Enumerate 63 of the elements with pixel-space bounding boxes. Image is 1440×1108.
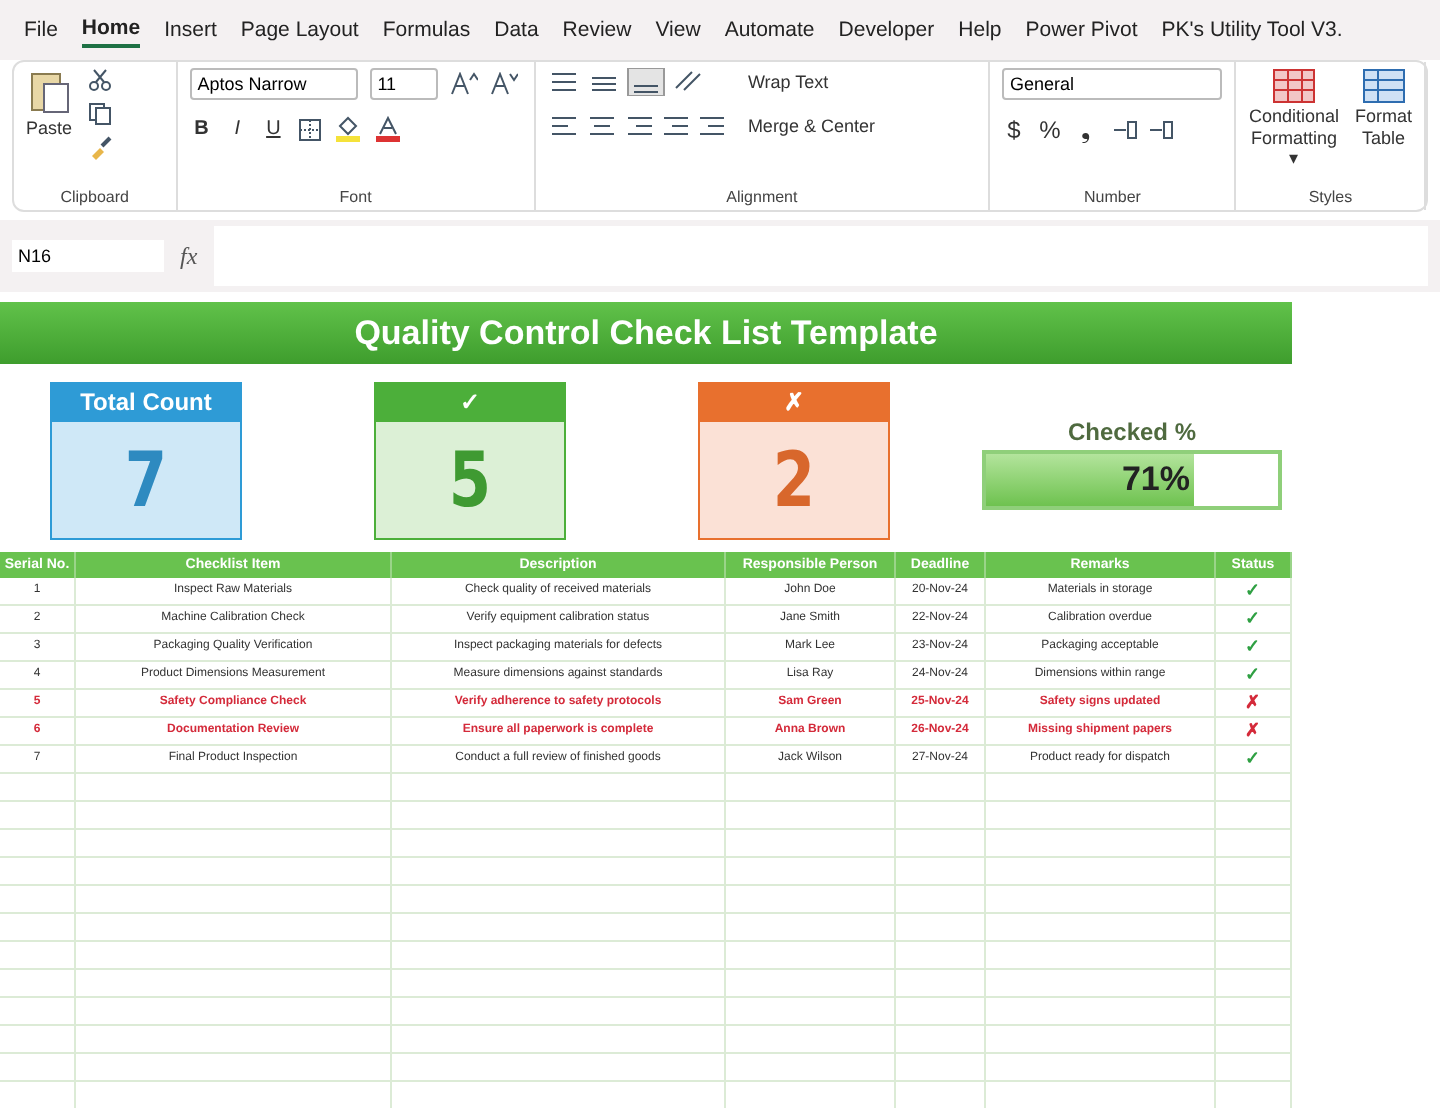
borders-icon[interactable] xyxy=(297,117,322,141)
name-box[interactable]: N16 xyxy=(12,240,164,272)
ribbon-tab[interactable]: Developer xyxy=(838,14,935,46)
status-mark: ✓ xyxy=(1216,578,1292,604)
clipboard-icon xyxy=(27,68,71,116)
sheet-title: Quality Control Check List Template xyxy=(0,302,1292,364)
group-label: Alignment xyxy=(724,188,800,206)
conditional-formatting-button[interactable]: Conditional Formatting ▾ xyxy=(1248,68,1339,168)
ribbon-tab[interactable]: Home xyxy=(81,12,141,48)
card-value: 2 xyxy=(770,434,818,528)
ribbon-tab[interactable]: Page Layout xyxy=(240,14,359,46)
progress-reading: 71% xyxy=(1121,460,1190,500)
status-mark: ✗ xyxy=(1216,690,1292,716)
status-mark: ✓ xyxy=(1216,662,1292,688)
group-label: Number xyxy=(1081,188,1143,206)
ribbon-tab[interactable]: Power Pivot xyxy=(1025,14,1138,46)
group-label: Font xyxy=(337,188,374,206)
progress-label: Checked % xyxy=(1067,418,1197,446)
card-value: 7 xyxy=(122,434,170,528)
format-table-button[interactable]: Format Table xyxy=(1355,68,1413,148)
brush-icon[interactable] xyxy=(88,136,113,160)
currency-button[interactable]: $ xyxy=(1001,116,1026,144)
ribbon-tab[interactable]: Formulas xyxy=(382,14,471,46)
percent-button[interactable]: % xyxy=(1037,116,1062,144)
card-header: Total Count xyxy=(52,384,240,422)
ribbon-tab[interactable]: Automate xyxy=(724,14,815,46)
decimal-icons[interactable] xyxy=(1109,118,1178,142)
wrap-text-button[interactable]: Wrap Text xyxy=(739,72,829,92)
copy-icon[interactable] xyxy=(88,102,113,126)
ribbon-tab[interactable]: Review xyxy=(562,14,632,46)
ribbon-tab[interactable]: Data xyxy=(494,14,539,46)
bold-button[interactable]: B xyxy=(189,118,214,140)
status-mark: ✓ xyxy=(1216,746,1292,772)
align-icons[interactable] xyxy=(547,112,728,140)
group-label: Styles xyxy=(1306,188,1355,206)
ribbon-tab[interactable]: Insert xyxy=(164,14,217,46)
font-color-icon[interactable] xyxy=(373,116,402,142)
ribbon-tab[interactable]: Help xyxy=(958,14,1002,46)
scissors-icon[interactable] xyxy=(88,68,113,92)
status-mark: ✗ xyxy=(1216,718,1292,744)
ribbon-tab[interactable]: PK's Utility Tool V3. xyxy=(1161,14,1343,46)
table-icon xyxy=(1361,68,1406,104)
font-size-dropdown[interactable]: 11 xyxy=(369,68,438,100)
card-header: ✗ xyxy=(700,384,888,422)
fill-color-icon[interactable] xyxy=(333,116,362,142)
card-value: 5 xyxy=(446,434,494,528)
status-mark: ✓ xyxy=(1216,606,1292,632)
underline-button[interactable]: U xyxy=(261,118,286,140)
group-label: Clipboard xyxy=(58,188,131,206)
card-header: ✓ xyxy=(376,384,564,422)
merge-center-button[interactable]: Merge & Center xyxy=(739,116,875,136)
status-mark: ✓ xyxy=(1216,634,1292,660)
comma-button[interactable]: ❟ xyxy=(1073,116,1098,144)
font-name-dropdown[interactable]: Aptos Narrow xyxy=(189,68,358,100)
number-format-dropdown[interactable]: General xyxy=(1001,68,1222,100)
shrink-font-icon[interactable] xyxy=(489,72,518,96)
grow-font-icon[interactable] xyxy=(449,72,478,96)
paste-button[interactable]: Paste xyxy=(26,68,73,138)
ribbon-tab[interactable]: File xyxy=(24,14,58,46)
grid-icon xyxy=(1271,68,1316,104)
function-button[interactable]: fx xyxy=(180,241,198,271)
italic-button[interactable]: I xyxy=(225,118,250,140)
ribbon-tab[interactable]: View xyxy=(655,14,701,46)
